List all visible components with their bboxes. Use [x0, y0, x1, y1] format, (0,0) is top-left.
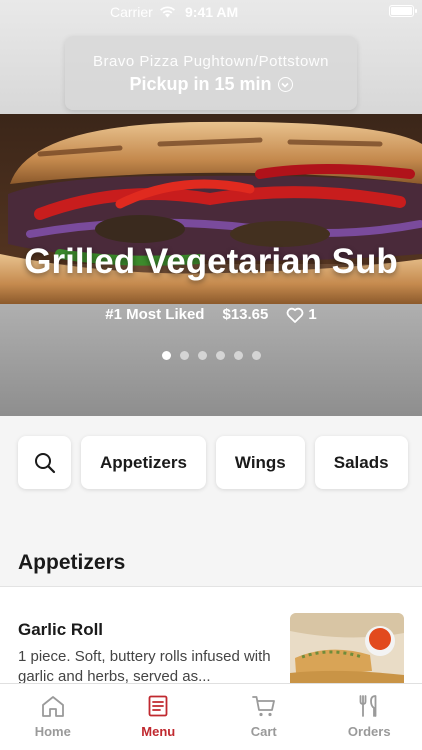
- carrier-label: Carrier: [110, 4, 153, 20]
- tab-home-label: Home: [34, 724, 71, 739]
- category-chip-salads[interactable]: Salads: [314, 436, 408, 489]
- tab-cart[interactable]: Cart: [211, 684, 317, 750]
- pickup-selector[interactable]: Bravo Pizza Pughtown/Pottstown Pickup in…: [65, 36, 357, 110]
- search-icon: [34, 452, 55, 473]
- carousel-dot[interactable]: [179, 351, 189, 360]
- carousel-dot[interactable]: [161, 351, 171, 360]
- category-bar: Appetizers Wings Salads: [18, 436, 422, 489]
- carousel-dot[interactable]: [215, 351, 225, 360]
- menu-item-photo: [290, 613, 404, 683]
- tab-bar: Home Menu Cart Orders: [0, 683, 422, 750]
- home-icon: [41, 696, 64, 717]
- tab-orders[interactable]: Orders: [317, 684, 422, 750]
- hero-banner[interactable]: Carrier 9:41 AM Bravo Pizza Pughtown/Pot…: [0, 0, 422, 416]
- like-count-value: 1: [308, 306, 317, 323]
- store-name: Bravo Pizza Pughtown/Pottstown: [93, 53, 329, 70]
- tab-menu[interactable]: Menu: [106, 684, 212, 750]
- battery-icon: [389, 5, 417, 17]
- menu-item-card[interactable]: Garlic Roll 1 piece. Soft, buttery rolls…: [0, 587, 422, 685]
- tab-orders-label: Orders: [347, 724, 391, 739]
- menu-item-description: 1 piece. Soft, buttery rolls infused wit…: [18, 648, 271, 685]
- section-heading: Appetizers: [18, 551, 126, 574]
- wifi-icon: [159, 6, 175, 18]
- featured-item-meta: #1 Most Liked $13.65 1: [0, 306, 422, 323]
- clock: 9:41 AM: [185, 4, 239, 20]
- popularity-label: #1 Most Liked: [105, 306, 205, 323]
- cart-icon: [251, 696, 275, 717]
- featured-item-title[interactable]: Grilled Vegetarian Sub: [0, 242, 422, 282]
- carrier-indicator: Carrier: [110, 4, 176, 20]
- menu-icon: [148, 695, 168, 717]
- like-count[interactable]: 1: [286, 306, 317, 323]
- category-chip-appetizers[interactable]: Appetizers: [81, 436, 206, 489]
- carousel-dot[interactable]: [251, 351, 261, 360]
- carousel-pagination[interactable]: [0, 351, 422, 360]
- category-chip-wings[interactable]: Wings: [215, 436, 305, 489]
- tab-cart-label: Cart: [250, 724, 277, 739]
- pickup-time-label: Pickup in 15 min: [129, 74, 272, 94]
- search-button[interactable]: [18, 436, 71, 489]
- orders-icon: [359, 695, 377, 717]
- carousel-dot[interactable]: [197, 351, 207, 360]
- carousel-dot[interactable]: [233, 351, 243, 360]
- pickup-time-row[interactable]: Pickup in 15 min: [65, 74, 357, 95]
- tab-menu-label: Menu: [141, 724, 176, 739]
- tab-home[interactable]: Home: [0, 684, 106, 750]
- featured-item-price: $13.65: [222, 306, 269, 323]
- status-bar: Carrier 9:41 AM: [0, 0, 422, 24]
- menu-item-name: Garlic Roll: [18, 620, 104, 639]
- heart-icon: [287, 307, 304, 323]
- chevron-down-icon: [277, 77, 293, 92]
